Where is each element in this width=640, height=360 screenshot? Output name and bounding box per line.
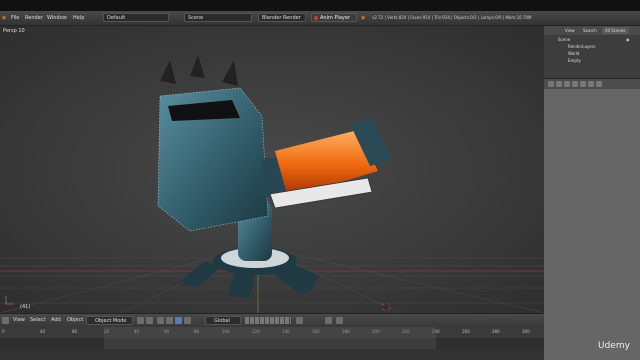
outliner-tab-search[interactable]: Search bbox=[580, 27, 600, 34]
outliner-tab-view[interactable]: View bbox=[562, 27, 578, 34]
menu-select[interactable]: Select bbox=[30, 314, 45, 327]
3d-viewport[interactable]: Persp 10 (41) bbox=[0, 26, 544, 313]
object-tab-icon[interactable] bbox=[580, 81, 586, 87]
layer-buttons[interactable] bbox=[245, 317, 291, 324]
menu-object[interactable]: Object bbox=[67, 314, 83, 327]
menu-render[interactable]: Render bbox=[25, 12, 43, 24]
scene-stats: v2.72 | Verts:820 | Faces:914 | Tris:934… bbox=[372, 15, 532, 20]
timeline-controls bbox=[0, 349, 544, 360]
translate-icon[interactable] bbox=[166, 317, 173, 324]
screen-layout-select[interactable]: Default bbox=[103, 13, 169, 22]
editor-type-icon[interactable] bbox=[2, 317, 9, 324]
transform-orientation-select[interactable]: Global bbox=[205, 316, 241, 325]
tick-label: 80 bbox=[72, 329, 78, 334]
viewport-scene bbox=[0, 26, 544, 313]
tick-label: 300 bbox=[522, 329, 530, 334]
rotate-icon[interactable] bbox=[175, 317, 182, 324]
3d-view-header: View Select Add Object Object Mode Globa… bbox=[0, 313, 544, 327]
outliner-item-scene[interactable]: Scene bbox=[558, 37, 570, 43]
world-tab-icon[interactable] bbox=[572, 81, 578, 87]
tick-label: 260 bbox=[462, 329, 470, 334]
constraints-tab-icon[interactable] bbox=[588, 81, 594, 87]
eye-icon[interactable]: ◉ bbox=[626, 37, 630, 43]
object-mode-select[interactable]: Object Mode bbox=[86, 316, 133, 325]
render-preview-icon[interactable] bbox=[336, 317, 343, 324]
outliner-item-empty[interactable]: Empty bbox=[568, 58, 581, 64]
right-panel: View Search All Scenes Scene RenderLayer… bbox=[544, 26, 640, 360]
tick-label: 0 bbox=[2, 329, 5, 334]
blender-logo-icon[interactable]: ◉ bbox=[2, 12, 6, 24]
blender-window: ◉ File Render Window Help Default Scene … bbox=[0, 0, 640, 360]
udemy-watermark: Udemy bbox=[598, 341, 630, 351]
menu-add[interactable]: Add bbox=[51, 314, 61, 327]
scale-icon[interactable] bbox=[184, 317, 191, 324]
blender-small-icon: ◉ bbox=[361, 15, 366, 21]
properties-header bbox=[544, 79, 640, 89]
outliner: View Search All Scenes Scene RenderLayer… bbox=[544, 26, 640, 79]
outliner-tab-all-scenes[interactable]: All Scenes bbox=[602, 27, 629, 34]
render-tab-icon[interactable] bbox=[548, 81, 554, 87]
menu-file[interactable]: File bbox=[11, 12, 19, 24]
tick-label: 280 bbox=[492, 329, 500, 334]
menu-view[interactable]: View bbox=[13, 314, 25, 327]
snap-icon[interactable] bbox=[325, 317, 332, 324]
menu-help[interactable]: Help bbox=[73, 12, 84, 24]
timeline[interactable]: 0 40 80 20 40 60 80 100 120 140 160 180 … bbox=[0, 327, 544, 360]
outliner-item-world[interactable]: World bbox=[568, 51, 579, 57]
outliner-header: View Search All Scenes bbox=[544, 26, 640, 35]
tick-label: 40 bbox=[40, 329, 46, 334]
scene-tab-icon[interactable] bbox=[564, 81, 570, 87]
properties-editor bbox=[544, 79, 640, 360]
lock-icon[interactable] bbox=[296, 317, 303, 324]
viewport-shading-icon[interactable] bbox=[137, 317, 144, 324]
menu-window[interactable]: Window bbox=[47, 12, 67, 24]
top-header: ◉ File Render Window Help Default Scene … bbox=[0, 11, 640, 26]
manipulator-icon[interactable] bbox=[157, 317, 164, 324]
render-engine-select[interactable]: Blender Render bbox=[258, 13, 306, 22]
layers-tab-icon[interactable] bbox=[556, 81, 562, 87]
anim-player-button[interactable]: Anim Player bbox=[311, 13, 357, 22]
outliner-item-renderlayers[interactable]: RenderLayers bbox=[568, 44, 595, 50]
scene-select[interactable]: Scene bbox=[184, 13, 252, 22]
object-frame-label: (41) bbox=[20, 304, 31, 310]
view-label: Persp 10 bbox=[3, 28, 25, 34]
data-tab-icon[interactable] bbox=[596, 81, 602, 87]
pivot-point-icon[interactable] bbox=[146, 317, 153, 324]
